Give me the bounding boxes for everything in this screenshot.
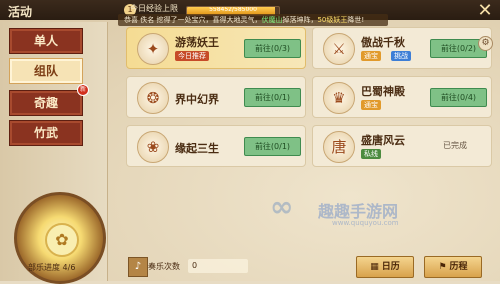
lotus-icon: ✿ <box>45 223 79 257</box>
sidebar-item-fun[interactable]: 奇趣 <box>9 90 83 116</box>
history-label: 历程 <box>449 262 468 272</box>
activity-name: 盛唐风云 <box>361 134 405 147</box>
sidebar-item-martial[interactable]: 竹武 <box>9 120 83 146</box>
site-watermark: ∞ 趣趣手游网 www.ququyou.com <box>270 190 440 230</box>
activity-name: 傲战千秋 <box>361 36 405 49</box>
go-button[interactable]: 前往(0/1) <box>244 137 301 156</box>
calendar-button[interactable]: ▦ 日历 <box>356 256 414 278</box>
calendar-label: 日历 <box>381 262 400 272</box>
calendar-icon: ▦ <box>370 262 379 272</box>
sword-icon: ⚔ <box>323 33 355 65</box>
activity-name: 游荡妖王 <box>175 36 219 49</box>
new-badge: 新 <box>77 84 89 96</box>
challenge-tag: 挑战 <box>391 51 411 61</box>
activity-name: 缘起三生 <box>175 142 219 155</box>
completed-status: 已完成 <box>443 141 467 150</box>
activity-card[interactable]: ✦ 游荡妖王 今日推荐 前往(0/3) <box>126 27 306 69</box>
temple-icon: ♛ <box>323 82 355 114</box>
xp-value: 558452 <box>209 6 232 13</box>
music-score-icon: ♪ <box>128 257 148 277</box>
gear-icon[interactable]: ⚙ <box>478 36 493 51</box>
activity-card[interactable]: ❂ 界中幻界 前往(0/1) <box>126 76 306 118</box>
history-button[interactable]: ⚑ 历程 <box>424 256 482 278</box>
mirror-icon: ❂ <box>137 82 169 114</box>
treasure-tag: 通宝 <box>361 51 381 61</box>
go-button[interactable]: 前往(0/3) <box>244 39 301 58</box>
go-button[interactable]: 前往(0/1) <box>244 88 301 107</box>
music-count-label: 奏乐次数 <box>148 262 180 271</box>
sidebar-item-solo[interactable]: 单人 <box>9 28 83 54</box>
recommend-tag: 今日推荐 <box>175 51 209 61</box>
system-notice: 恭喜 佚名 挖得了一处宝穴，喜得大地灵气，伏魔山掉落坤阵，50级妖王降世! <box>124 15 364 25</box>
music-count-value: 0 <box>192 261 198 270</box>
notice-prefix: 恭喜 <box>124 16 141 24</box>
treasure-tag: 通宝 <box>361 100 381 110</box>
notice-location: 伏魔山 <box>261 16 283 24</box>
notice-mid2: 掉落坤阵， <box>282 16 318 24</box>
xp-progress-text: 558452/585000 <box>209 6 257 13</box>
activity-name: 界中幻界 <box>175 93 219 106</box>
activity-card[interactable]: ⚔ 傲战千秋 通宝 挑战 前往(0/2) <box>312 27 492 69</box>
notice-suffix: 降世! <box>347 16 365 24</box>
demon-king-icon: ✦ <box>137 33 169 65</box>
notice-reward: 50级妖王 <box>317 16 348 24</box>
close-icon[interactable]: ✕ <box>474 0 496 22</box>
sidebar-item-team[interactable]: 组队 <box>9 58 83 84</box>
page-title: 活动 <box>8 5 33 19</box>
xp-max: 585000 <box>234 6 257 13</box>
bottom-bar: ♪ 奏乐次数 0 ▦ 日历 ⚑ 历程 <box>112 254 500 281</box>
go-button[interactable]: 前往(0/4) <box>430 88 487 107</box>
tang-emblem-icon: 唐 <box>323 131 355 163</box>
notice-mid: 佚名 挖得了一处宝穴，喜得大地灵气， <box>140 16 262 24</box>
activity-card[interactable]: 唐 盛唐风云 私线 已完成 <box>312 125 492 167</box>
xp-label: 今日经验上限 <box>130 4 178 13</box>
activity-card[interactable]: ❀ 缘起三生 前往(0/1) <box>126 125 306 167</box>
watermark-url: www.ququyou.com <box>332 219 399 227</box>
flag-icon: ⚑ <box>438 262 447 272</box>
music-progress: 部乐进度 4/6 <box>28 263 76 272</box>
activity-card[interactable]: ♛ 巴蜀神殿 通宝 前往(0/4) <box>312 76 492 118</box>
activity-name: 巴蜀神殿 <box>361 85 405 98</box>
private-tag: 私线 <box>361 149 381 159</box>
watermark-logo-icon: ∞ <box>270 190 294 223</box>
category-sidebar: 单人 组队 奇趣 新 竹武 ✿ 部乐进度 4/6 <box>0 22 108 284</box>
flower-icon: ❀ <box>137 131 169 163</box>
